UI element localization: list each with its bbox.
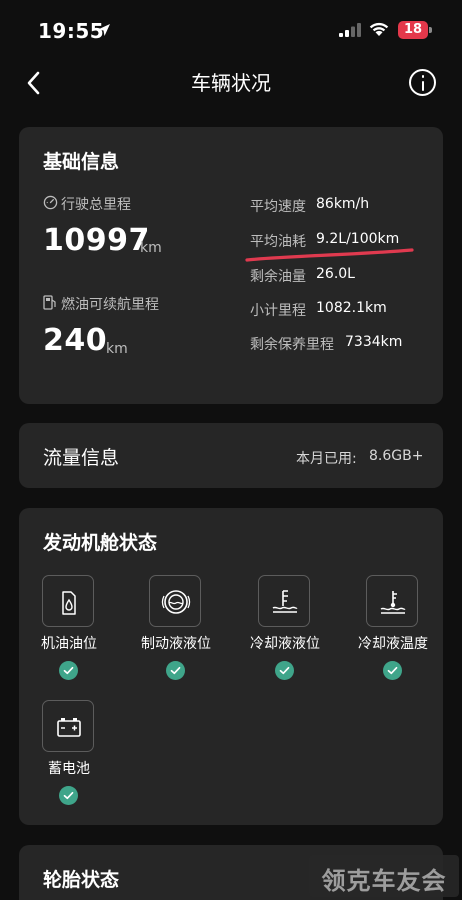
total-mileage-unit: km (140, 240, 162, 256)
engine-item-battery[interactable]: 蓄电池 (19, 700, 119, 810)
battery-cap (429, 27, 432, 33)
odometer-icon (43, 195, 58, 210)
battery-icon-box (42, 700, 94, 752)
maintenance-mileage-value: 7334km (345, 334, 403, 350)
status-time: 19:55 (38, 19, 105, 43)
check-icon (166, 661, 185, 680)
brake-fluid-icon (161, 590, 191, 614)
total-mileage-label: 行驶总里程 (61, 197, 131, 213)
fuel-remaining-value: 26.0L (316, 266, 355, 282)
battery-icon (57, 718, 81, 737)
oil-can-icon (62, 591, 76, 615)
brake-fluid-icon-box (149, 575, 201, 627)
traffic-used-value: 8.6GB+ (369, 448, 424, 464)
engine-item-coolant-temp[interactable]: 冷却液温度 (343, 575, 443, 685)
location-arrow-icon (98, 24, 110, 36)
fuel-pump-icon (43, 295, 56, 310)
coolant-temp-icon (380, 591, 406, 614)
fuel-remaining-label: 剩余油量 (250, 269, 306, 285)
battery-level: 18 (403, 22, 423, 37)
traffic-used-label: 本月已用: (296, 451, 357, 467)
info-icon-bar (421, 80, 424, 91)
coolant-level-icon-box (258, 575, 310, 627)
battery-indicator: 18 (398, 21, 432, 39)
tire-status-title: 轮胎状态 (43, 869, 120, 891)
range-unit: km (106, 341, 128, 357)
trip-mileage-value: 1082.1km (316, 300, 387, 316)
wifi-icon (369, 22, 389, 36)
watermark-text: 领克车友会 (321, 867, 447, 895)
oil-level-icon-box (42, 575, 94, 627)
red-highlight-underline (245, 248, 414, 262)
info-icon[interactable] (409, 69, 436, 96)
page-title: 车辆状况 (191, 71, 271, 95)
cellular-signal-icon (339, 23, 361, 37)
check-icon (275, 661, 294, 680)
total-mileage-value: 10997 (43, 223, 150, 258)
engine-item-oil-level[interactable]: 机油油位 (19, 575, 119, 685)
engine-item-brake-fluid[interactable]: 制动液液位 (126, 575, 226, 685)
range-label: 燃油可续航里程 (61, 297, 159, 313)
traffic-info-card[interactable]: 流量信息 本月已用: 8.6GB+ (19, 423, 443, 488)
oil-level-label: 机油油位 (41, 636, 97, 652)
battery-label: 蓄电池 (48, 761, 90, 777)
range-value: 240 (43, 323, 108, 358)
traffic-info-title: 流量信息 (43, 447, 120, 469)
check-icon (383, 661, 402, 680)
engine-status-card: 发动机舱状态 机油油位 制动液液位 冷却液液位 冷却液温度 蓄电池 (19, 508, 443, 825)
brake-fluid-label: 制动液液位 (141, 636, 211, 652)
watermark: 领克车友会 (309, 855, 459, 897)
basic-info-card: 基础信息 行驶总里程 10997 km 燃油可续航里程 240 km 平均速度 … (19, 127, 443, 404)
engine-status-title: 发动机舱状态 (43, 532, 158, 554)
engine-item-coolant-level[interactable]: 冷却液液位 (235, 575, 335, 685)
check-icon (59, 786, 78, 805)
check-icon (59, 661, 78, 680)
avg-speed-value: 86km/h (316, 196, 370, 212)
coolant-temp-label: 冷却液温度 (358, 636, 428, 652)
basic-info-title: 基础信息 (43, 151, 120, 173)
status-bar: 19:55 18 (0, 0, 462, 58)
trip-mileage-label: 小计里程 (250, 303, 306, 319)
avg-speed-label: 平均速度 (250, 199, 306, 215)
maintenance-mileage-label: 剩余保养里程 (250, 337, 334, 353)
coolant-level-icon (272, 590, 298, 613)
coolant-temp-icon-box (366, 575, 418, 627)
info-icon-dot (421, 75, 424, 78)
coolant-level-label: 冷却液液位 (250, 636, 320, 652)
